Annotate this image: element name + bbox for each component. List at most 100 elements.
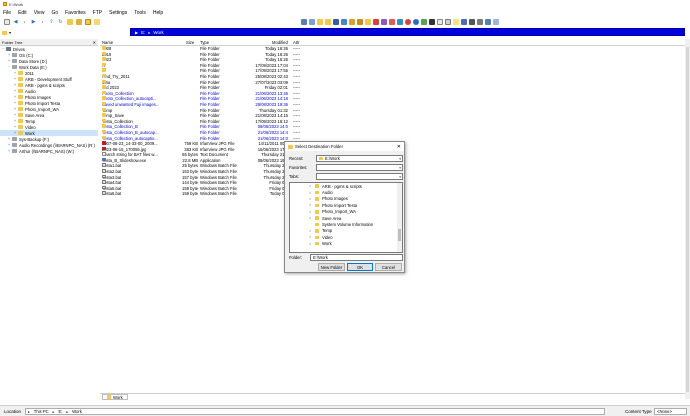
content-type-select[interactable]: <None> [654,408,687,415]
tag-icon[interactable] [388,18,395,25]
tabs-combo[interactable]: ▾ [316,173,403,180]
crumb-work[interactable]: Work [72,409,82,414]
rename-icon[interactable] [372,18,379,25]
up-folder-icon[interactable]: ⇧ [48,19,55,26]
chevron-down-icon[interactable]: ▾ [399,175,401,179]
dialog-tree-item-label: ARB - pgms & scripts [322,183,362,189]
stop-icon[interactable] [404,18,411,25]
new-file-icon[interactable] [436,18,443,25]
scrollbar-thumb[interactable] [398,229,401,241]
close-icon[interactable]: ✕ [397,144,401,150]
copy-path-icon[interactable] [444,18,451,25]
command-icon[interactable] [428,18,435,25]
filter-icon[interactable] [420,18,427,25]
ok-button[interactable]: OK [347,263,373,271]
chevron-right-icon[interactable]: > [309,216,311,220]
crumb-this-pc[interactable]: This PC [34,409,49,414]
thumbnails-icon[interactable] [484,18,491,25]
menu-edit[interactable]: Edit [18,10,27,16]
tree-item[interactable]: + Arthur (\\BARNPC_NAS) (W:) [0,148,98,154]
dialog-tree-item[interactable]: > Work [290,241,402,247]
dialog-title: Select Destination Folder [295,144,344,149]
new-tab-icon[interactable] [3,19,10,26]
menu-view[interactable]: View [34,10,45,16]
chevron-right-icon[interactable]: > [309,242,311,246]
sync-icon[interactable] [364,18,371,25]
favorites-combo[interactable]: ▾ [316,164,403,171]
folder-tree-header: Folder Tree ✕ [0,39,98,46]
chevron-right-icon[interactable]: > [309,197,311,201]
chevron-right-icon[interactable]: > [309,229,311,233]
location-bar[interactable]: ▸ This PC ▸ E: ▸ Work [25,408,605,415]
close-icon[interactable]: ✕ [93,40,96,45]
link-icon[interactable] [396,18,403,25]
chevron-right-icon[interactable]: > [309,235,311,239]
chevron-right-icon[interactable]: > [309,203,311,207]
menu-tools[interactable]: Tools [134,10,146,16]
back-icon[interactable]: ◀ [12,19,19,26]
network-icon[interactable] [340,18,347,25]
scrollbar-thumb[interactable] [686,47,689,392]
column-attr[interactable]: Attr [293,40,300,45]
folder-icon [102,118,106,123]
drive-icon [12,65,17,69]
folder-path-input[interactable]: E:\Work [310,254,403,261]
menu-go[interactable]: Go [51,10,58,16]
address-bar[interactable]: ▶ E: ▸ Work [130,28,685,36]
crumb-drive[interactable]: E: [58,409,62,414]
column-size[interactable]: Size [186,40,194,45]
dropdown-icon[interactable]: ▾ [39,19,46,26]
info-icon[interactable] [412,18,419,25]
chevron-down-icon[interactable]: ▾ [399,157,401,161]
view-list-icon[interactable] [308,18,315,25]
file-list-scrollbar[interactable] [685,39,690,399]
copy-icon[interactable] [356,18,363,25]
folder-icon[interactable] [324,18,331,25]
preview-icon[interactable] [460,18,467,25]
dialog-tree-scrollbar[interactable] [397,183,402,252]
recent-combo[interactable]: E:\Work ▾ [316,155,403,162]
address-segment-work[interactable]: Work [153,30,163,35]
menu-ftp[interactable]: FTP [93,10,102,16]
folder-icon[interactable] [66,19,73,26]
move-icon[interactable] [348,18,355,25]
menu-settings[interactable]: Settings [109,10,127,16]
folder-star-icon[interactable] [84,19,91,26]
file-type: IrfanView JPG File [200,141,235,147]
menu-file[interactable]: File [3,10,11,16]
column-type[interactable]: Type [200,40,209,45]
chevron-right-icon[interactable]: > [309,210,311,214]
chevron-right-icon[interactable]: > [309,184,311,188]
compare-icon[interactable] [380,18,387,25]
chevron-down-icon[interactable]: ▾ [399,166,401,170]
forward-icon[interactable]: ▶ [30,19,37,26]
folder-icon[interactable] [316,18,323,25]
menu-help[interactable]: Help [153,10,163,16]
folder-up-icon[interactable] [75,19,82,26]
file-name-cell: Temp [102,107,182,113]
chevron-down-icon[interactable]: ▾ [9,30,11,35]
view-mode-icon[interactable] [476,18,483,25]
new-folder-button[interactable]: New Folder [318,263,345,271]
batch-file-icon [102,169,106,173]
folder-icon[interactable] [2,30,7,35]
file-name-cell: Saved unwanted Fuji images... [102,101,182,107]
address-segment-drive[interactable]: E: [141,30,145,35]
cancel-button[interactable]: Cancel [375,263,402,271]
tab-work[interactable]: Work [102,394,128,400]
view-details-icon[interactable] [300,18,307,25]
folder-open-icon[interactable] [93,19,100,26]
column-name[interactable]: Name [102,40,113,45]
file-name-cell: 2007-08-23_14-33-00_2009... [102,141,182,146]
image-file-icon [102,141,106,145]
menu-favorites[interactable]: Favorites [65,10,86,16]
dialog-folder-tree[interactable]: > ARB - pgms & scripts > Audio > Photo Images… [289,182,403,253]
panel-icon[interactable] [492,18,499,25]
refresh-icon[interactable]: ↻ [57,19,64,26]
column-modified[interactable]: Modified [272,40,288,45]
chevron-right-icon[interactable]: > [309,191,311,195]
dropdown-icon[interactable]: ▾ [21,19,28,26]
settings-icon[interactable] [468,18,475,25]
grid-icon[interactable] [332,18,339,25]
notes-icon[interactable] [452,18,459,25]
